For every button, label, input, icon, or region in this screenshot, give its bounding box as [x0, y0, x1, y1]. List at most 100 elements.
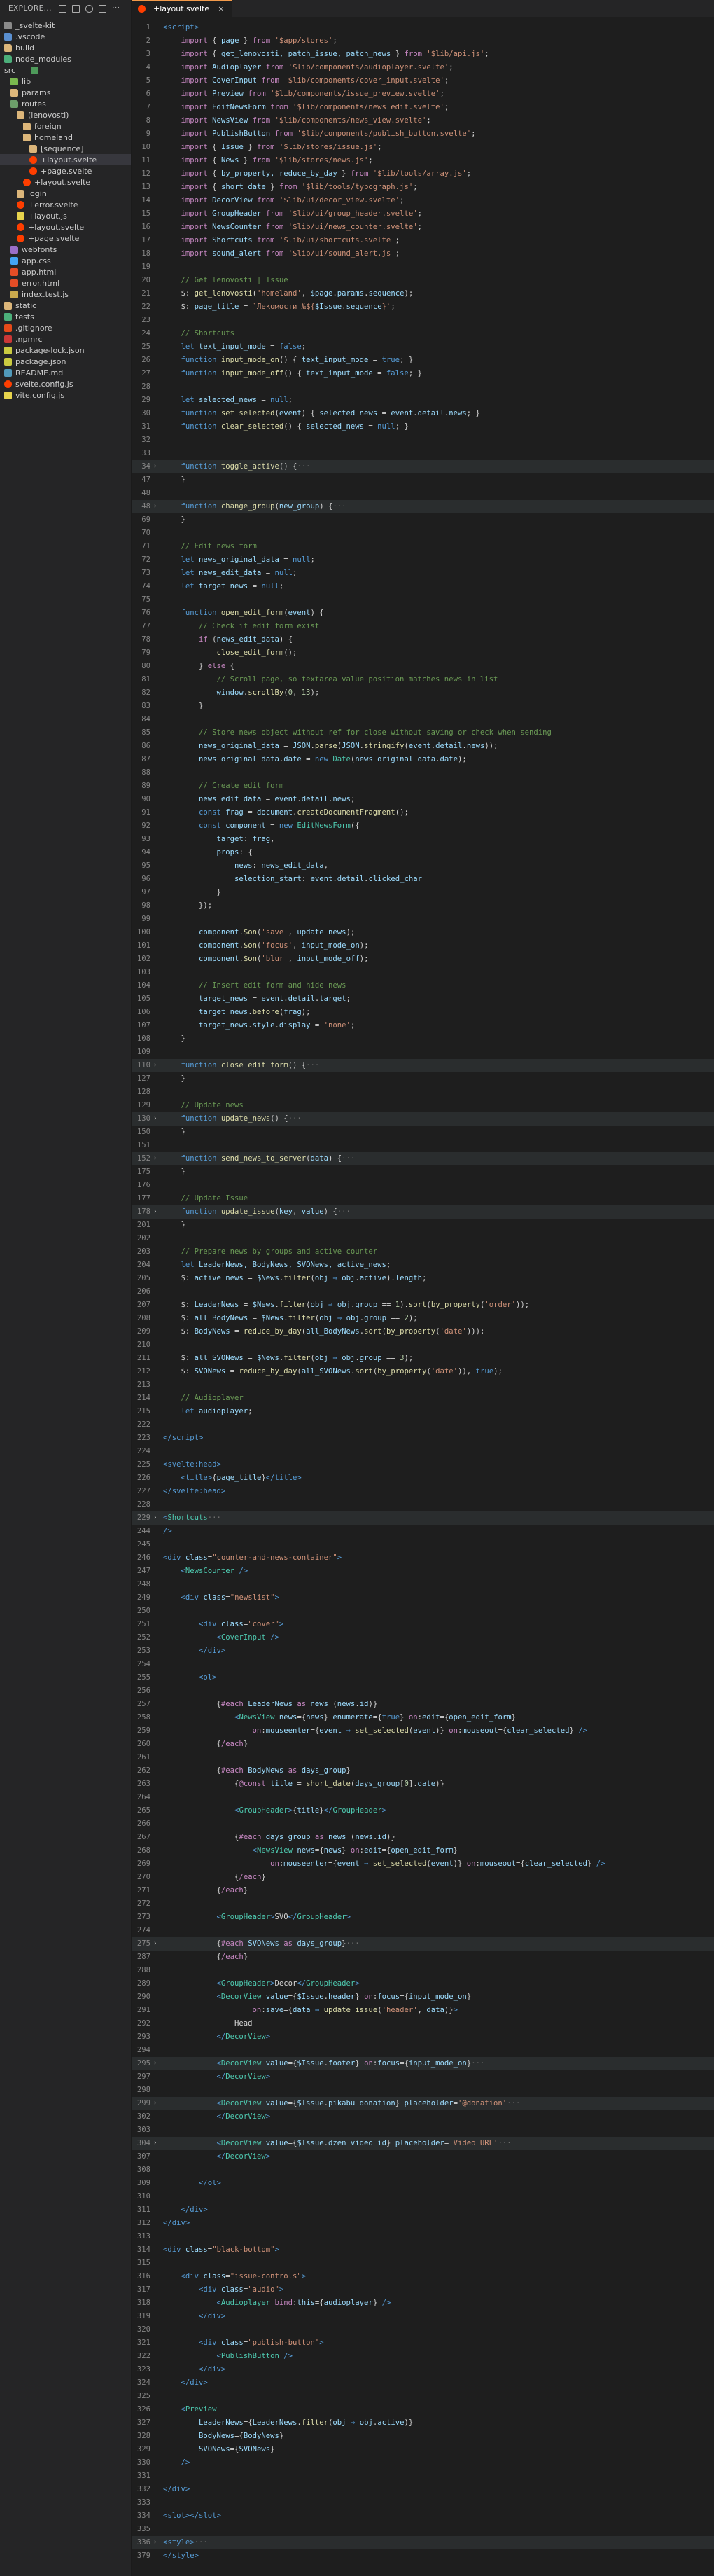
code-line[interactable]: 287 {/each} — [132, 1951, 714, 1964]
code-line[interactable]: 325 — [132, 2390, 714, 2403]
code-line[interactable]: 70 — [132, 527, 714, 540]
code-line[interactable]: 96 selection_start: event.detail.clicked… — [132, 873, 714, 886]
code-line[interactable]: 15 import GroupHeader from '$lib/ui/grou… — [132, 207, 714, 221]
code-line[interactable]: 318 <Audioplayer bind:this={audioplayer}… — [132, 2297, 714, 2310]
code-line[interactable]: 92 const component = new EditNewsForm({ — [132, 819, 714, 833]
close-icon[interactable]: × — [218, 4, 224, 13]
tree-item[interactable]: .npmrc — [0, 333, 131, 345]
code-line[interactable]: 257 {#each LeaderNews as news (news.id)} — [132, 1698, 714, 1711]
code-line[interactable]: 322 <PublishButton /> — [132, 2350, 714, 2363]
tree-item[interactable]: (lenovosti) — [0, 109, 131, 120]
code-line[interactable]: 247 <NewsCounter /> — [132, 1565, 714, 1578]
code-line[interactable]: 202 — [132, 1232, 714, 1245]
code-line[interactable]: 1 <script> — [132, 21, 714, 34]
tree-item[interactable]: routes — [0, 98, 131, 109]
code-line[interactable]: 335 — [132, 2523, 714, 2536]
code-line[interactable]: 266 — [132, 1817, 714, 1831]
code-line[interactable]: 299 › <DecorView value={$Issue.pikabu_don… — [132, 2097, 714, 2110]
code-line[interactable]: 225 <svelte:head> — [132, 1458, 714, 1471]
code-line[interactable]: 177 // Update Issue — [132, 1192, 714, 1205]
code-line[interactable]: 106 target_news.before(frag); — [132, 1006, 714, 1019]
tree-item[interactable]: .vscode — [0, 31, 131, 42]
tree-item[interactable]: +page.svelte — [0, 233, 131, 244]
code-line[interactable]: 109 — [132, 1046, 714, 1059]
tree-item[interactable]: package-lock.json — [0, 345, 131, 356]
code-line[interactable]: 333 — [132, 2496, 714, 2509]
code-line[interactable]: 11 import { News } from '$lib/stores/new… — [132, 154, 714, 167]
chevron-right-icon[interactable]: › — [153, 1511, 160, 1525]
code-line[interactable]: 250 — [132, 1605, 714, 1618]
code-line[interactable]: 19 — [132, 261, 714, 274]
code-line[interactable]: 263 {@const title = short_date(days_grou… — [132, 1778, 714, 1791]
code-line[interactable]: 127 } — [132, 1072, 714, 1086]
code-line[interactable]: 82 window.scrollBy(0, 13); — [132, 686, 714, 700]
code-line[interactable]: 29 let selected_news = null; — [132, 394, 714, 407]
code-line[interactable]: 18 import sound_alert from '$lib/ui/soun… — [132, 247, 714, 261]
code-line[interactable]: 129 // Update news — [132, 1099, 714, 1112]
code-line[interactable]: 292 Head — [132, 2017, 714, 2030]
code-line[interactable]: 327 LeaderNews={LeaderNews.filter(obj ⇒ … — [132, 2416, 714, 2430]
code-line[interactable]: 75 — [132, 593, 714, 607]
code-line[interactable]: 317 <div class="audio"> — [132, 2283, 714, 2297]
code-line[interactable]: 326 <Preview — [132, 2403, 714, 2416]
code-line[interactable]: 104 // Insert edit form and hide news — [132, 979, 714, 992]
code-line[interactable]: 3 import { get_lenovosti, patch_issue, p… — [132, 48, 714, 61]
code-line[interactable]: 228 — [132, 1498, 714, 1511]
code-line[interactable]: 20 // Get lenovosti | Issue — [132, 274, 714, 287]
code-line[interactable]: 24 // Shortcuts — [132, 327, 714, 340]
code-line[interactable]: 73 let news_edit_data = null; — [132, 567, 714, 580]
chevron-right-icon[interactable]: › — [153, 2097, 160, 2110]
tree-item[interactable]: login — [0, 188, 131, 199]
code-line[interactable]: 211 $: all_SVONews = $News.filter(obj ⇒ … — [132, 1352, 714, 1365]
code-line[interactable]: 5 import CoverInput from '$lib/component… — [132, 74, 714, 88]
code-line[interactable]: 294 — [132, 2044, 714, 2057]
code-line[interactable]: 315 — [132, 2257, 714, 2270]
code-line[interactable]: 245 — [132, 1538, 714, 1551]
code-line[interactable]: 314 <div class="black-bottom"> — [132, 2243, 714, 2257]
code-line[interactable]: 16 import NewsCounter from '$lib/ui/news… — [132, 221, 714, 234]
code-line[interactable]: 97 } — [132, 886, 714, 899]
code-line[interactable]: 209 $: BodyNews = reduce_by_day(all_Body… — [132, 1325, 714, 1338]
code-line[interactable]: 95 news: news_edit_data, — [132, 859, 714, 873]
code-line[interactable]: 4 import Audioplayer from '$lib/componen… — [132, 61, 714, 74]
code-line[interactable]: 103 — [132, 966, 714, 979]
tree-item[interactable]: vite.config.js — [0, 389, 131, 401]
code-line[interactable]: 110 › function close_edit_form() {··· — [132, 1059, 714, 1072]
code-line[interactable]: 246 <div class="counter-and-news-containe… — [132, 1551, 714, 1565]
code-line[interactable]: 248 — [132, 1578, 714, 1591]
code-line[interactable]: 76 function open_edit_form(event) { — [132, 607, 714, 620]
code-line[interactable]: 324 </div> — [132, 2376, 714, 2390]
tree-item[interactable]: error.html — [0, 277, 131, 289]
tree-item[interactable]: static — [0, 300, 131, 311]
code-line[interactable]: 224 — [132, 1445, 714, 1458]
code-line[interactable]: 7 import EditNewsForm from '$lib/compone… — [132, 101, 714, 114]
code-line[interactable]: 47 } — [132, 473, 714, 487]
code-line[interactable]: 267 {#each days_group as news (news.id)} — [132, 1831, 714, 1844]
tree-item[interactable]: +error.svelte — [0, 199, 131, 210]
chevron-right-icon[interactable]: › — [153, 2057, 160, 2070]
code-line[interactable]: 260 {/each} — [132, 1738, 714, 1751]
code-line[interactable]: 86 news_original_data = JSON.parse(JSON.… — [132, 740, 714, 753]
code-line[interactable]: 100 component.$on('save', update_news); — [132, 926, 714, 939]
code-line[interactable]: 312 </div> — [132, 2217, 714, 2230]
code-line[interactable]: 308 — [132, 2163, 714, 2177]
code-line[interactable]: 14 import DecorView from '$lib/ui/decor_… — [132, 194, 714, 207]
code-line[interactable]: 84 — [132, 713, 714, 726]
tree-item[interactable]: src — [0, 64, 131, 76]
code-line[interactable]: 316 <div class="issue-controls"> — [132, 2270, 714, 2283]
tree-item[interactable]: _svelte-kit — [0, 20, 131, 31]
code-line[interactable]: 253 </div> — [132, 1644, 714, 1658]
code-line[interactable]: 213 — [132, 1378, 714, 1392]
code-line[interactable]: 205 $: active_news = $News.filter(obj ⇒ … — [132, 1272, 714, 1285]
code-line[interactable]: 27 function input_mode_off() { text_inpu… — [132, 367, 714, 380]
code-line[interactable]: 320 — [132, 2323, 714, 2336]
code-line[interactable]: 227 </svelte:head> — [132, 1485, 714, 1498]
code-line[interactable]: 151 — [132, 1139, 714, 1152]
code-line[interactable]: 259 on:mouseenter={event ⇒ set_selected(… — [132, 1724, 714, 1738]
code-line[interactable]: 81 // Scroll page, so textarea value pos… — [132, 673, 714, 686]
code-line[interactable]: 150 } — [132, 1126, 714, 1139]
code-line[interactable]: 256 — [132, 1684, 714, 1698]
code-line[interactable]: 21 $: get_lenovosti('homeland', $page.pa… — [132, 287, 714, 300]
code-line[interactable]: 215 let audioplayer; — [132, 1405, 714, 1418]
code-line[interactable]: 307 </DecorView> — [132, 2150, 714, 2163]
